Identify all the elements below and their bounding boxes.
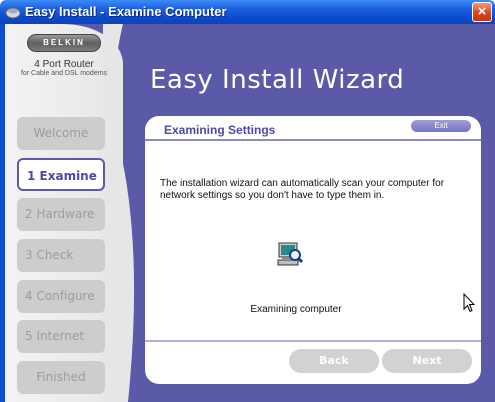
logo-brand: BELKIN: [27, 34, 101, 52]
logo-product: 4 Port Router: [34, 59, 94, 70]
step-finished[interactable]: Finished: [17, 361, 105, 394]
easy-install-window: Easy Install - Examine Computer × BELKIN…: [0, 0, 495, 402]
step-internet[interactable]: 5 Internet: [17, 320, 105, 353]
computer-scan-icon: [277, 242, 304, 266]
panel-description: The installation wizard can automaticall…: [160, 178, 445, 201]
mouse-cursor-icon: [463, 293, 475, 313]
step-welcome[interactable]: Welcome: [17, 117, 105, 150]
app-icon: [5, 7, 21, 19]
logo-subtitle: for Cable and DSL modems: [20, 70, 108, 77]
step-examine[interactable]: 1 Examine: [17, 158, 105, 191]
back-button[interactable]: Back: [289, 349, 379, 373]
step-hardware[interactable]: 2 Hardware: [17, 198, 105, 231]
content-panel: Examining Settings Exit The installation…: [145, 116, 481, 384]
wizard-title: Easy Install Wizard: [150, 65, 405, 95]
panel-divider: [145, 139, 481, 141]
step-configure[interactable]: 4 Configure: [17, 280, 105, 313]
close-button[interactable]: ×: [472, 2, 492, 22]
window-title: Easy Install - Examine Computer: [25, 4, 227, 19]
step-check[interactable]: 3 Check: [17, 239, 105, 272]
status-text: Examining computer: [250, 304, 342, 315]
footer-divider: [145, 340, 481, 342]
belkin-logo: BELKIN 4 Port Router for Cable and DSL m…: [16, 34, 112, 77]
panel-title: Examining Settings: [164, 123, 276, 137]
exit-button[interactable]: Exit: [411, 120, 471, 132]
next-button[interactable]: Next: [382, 349, 472, 373]
title-bar[interactable]: Easy Install - Examine Computer ×: [0, 0, 495, 24]
